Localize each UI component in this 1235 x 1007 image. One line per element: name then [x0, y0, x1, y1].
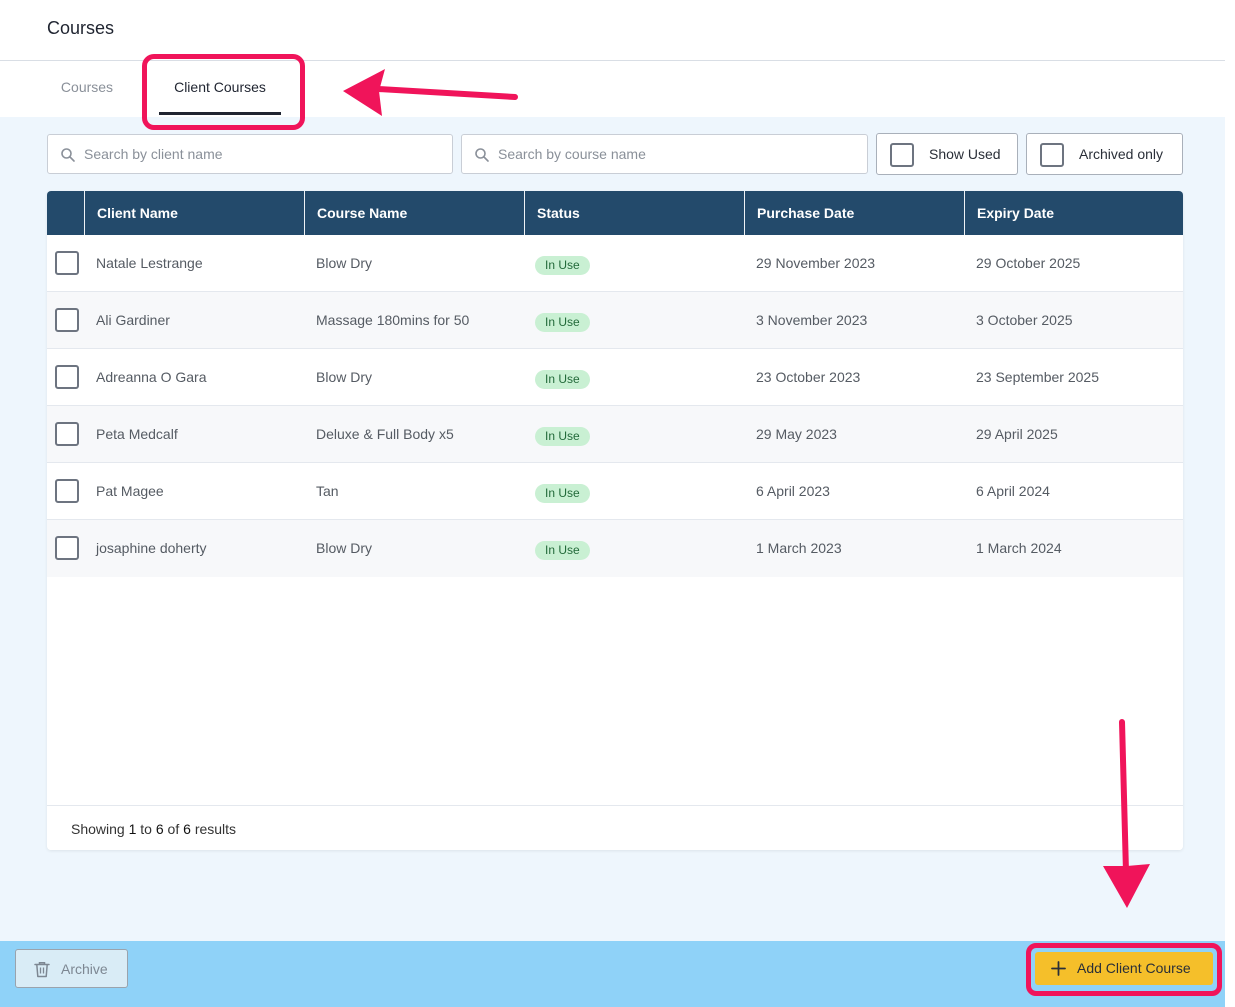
bottom-action-bar: Archive Add Client Course — [0, 941, 1225, 1007]
show-used-checkbox[interactable] — [890, 143, 914, 167]
client-name-cell: Ali Gardiner — [96, 312, 170, 328]
course-name-cell: Blow Dry — [316, 369, 373, 385]
table-header: Client Name Course Name Status Purchase … — [47, 191, 1183, 235]
client-search-input[interactable] — [84, 135, 444, 173]
show-used-label: Show Used — [929, 146, 1001, 162]
expiry-date-cell: 29 April 2025 — [976, 426, 1058, 442]
course-search-input[interactable] — [498, 135, 859, 173]
show-used-toggle[interactable]: Show Used — [876, 133, 1018, 175]
row-checkbox[interactable] — [55, 479, 79, 503]
tab-courses[interactable]: Courses — [47, 61, 127, 117]
purchase-date-cell: 29 November 2023 — [756, 255, 876, 271]
table-row[interactable]: josaphine doherty Blow Dry In Use 1 Marc… — [47, 520, 1183, 577]
purchase-date-cell: 1 March 2023 — [756, 540, 842, 556]
expiry-date-cell: 29 October 2025 — [976, 255, 1081, 271]
column-header-course-name[interactable]: Course Name — [304, 191, 524, 235]
course-name-cell: Deluxe & Full Body x5 — [316, 426, 454, 442]
results-to: 6 — [155, 821, 164, 837]
purchase-date-cell: 3 November 2023 — [756, 312, 868, 328]
purchase-date-cell: 6 April 2023 — [756, 483, 830, 499]
archived-only-label: Archived only — [1079, 146, 1164, 162]
row-checkbox[interactable] — [55, 422, 79, 446]
client-name-cell: Adreanna O Gara — [96, 369, 207, 385]
client-search-field[interactable] — [47, 134, 453, 174]
status-badge: In Use — [535, 370, 590, 389]
course-name-cell: Tan — [316, 483, 339, 499]
results-from: 1 — [128, 821, 137, 837]
tabs-bar: Courses Client Courses — [0, 61, 1225, 117]
client-courses-table: Client Name Course Name Status Purchase … — [47, 191, 1183, 850]
row-checkbox[interactable] — [55, 536, 79, 560]
purchase-date-cell: 23 October 2023 — [756, 369, 861, 385]
results-prefix: Showing — [71, 821, 125, 837]
main-content: Show Used Archived only Client Name Cour… — [0, 117, 1225, 941]
client-name-cell: Peta Medcalf — [96, 426, 178, 442]
tab-client-courses[interactable]: Client Courses — [159, 61, 281, 117]
trash-icon — [34, 962, 50, 978]
table-footer: Showing 1 to 6 of 6 results — [47, 805, 1183, 850]
column-header-purchase-date[interactable]: Purchase Date — [744, 191, 964, 235]
row-checkbox[interactable] — [55, 365, 79, 389]
column-header-status[interactable]: Status — [524, 191, 744, 235]
search-icon — [61, 148, 75, 162]
header-select-column — [47, 191, 84, 235]
archive-button-label: Archive — [61, 961, 108, 977]
page-title: Courses — [47, 18, 115, 38]
add-client-course-button[interactable]: Add Client Course — [1035, 952, 1213, 985]
course-search-field[interactable] — [461, 134, 868, 174]
purchase-date-cell: 29 May 2023 — [756, 426, 837, 442]
results-to-word: to — [140, 821, 152, 837]
table-row[interactable]: Peta Medcalf Deluxe & Full Body x5 In Us… — [47, 406, 1183, 463]
status-badge: In Use — [535, 427, 590, 446]
add-client-course-label: Add Client Course — [1077, 960, 1191, 976]
column-header-expiry-date[interactable]: Expiry Date — [964, 191, 1183, 235]
results-suffix: results — [194, 821, 237, 837]
course-name-cell: Blow Dry — [316, 540, 373, 556]
table-row[interactable]: Pat Magee Tan In Use 6 April 2023 6 Apri… — [47, 463, 1183, 520]
column-header-client-name[interactable]: Client Name — [84, 191, 304, 235]
results-of-word: of — [167, 821, 180, 837]
page: Courses Courses Client Courses Show Used — [0, 0, 1225, 1007]
row-checkbox[interactable] — [55, 308, 79, 332]
active-tab-indicator — [159, 112, 281, 115]
expiry-date-cell: 3 October 2025 — [976, 312, 1073, 328]
archive-button[interactable]: Archive — [15, 949, 128, 988]
results-summary: Showing 1 to 6 of 6 results — [71, 821, 236, 837]
plus-icon — [1051, 961, 1066, 976]
expiry-date-cell: 23 September 2025 — [976, 369, 1099, 385]
client-name-cell: josaphine doherty — [96, 540, 207, 556]
table-row[interactable]: Adreanna O Gara Blow Dry In Use 23 Octob… — [47, 349, 1183, 406]
row-checkbox[interactable] — [55, 251, 79, 275]
table-row[interactable]: Ali Gardiner Massage 180mins for 50 In U… — [47, 292, 1183, 349]
client-name-cell: Natale Lestrange — [96, 255, 203, 271]
course-name-cell: Blow Dry — [316, 255, 373, 271]
course-name-cell: Massage 180mins for 50 — [316, 312, 470, 328]
status-badge: In Use — [535, 484, 590, 503]
status-badge: In Use — [535, 313, 590, 332]
page-header: Courses — [0, 0, 1225, 61]
search-icon — [475, 148, 489, 162]
expiry-date-cell: 1 March 2024 — [976, 540, 1062, 556]
archived-only-toggle[interactable]: Archived only — [1026, 133, 1183, 175]
results-total: 6 — [183, 821, 191, 837]
archived-only-checkbox[interactable] — [1040, 143, 1064, 167]
status-badge: In Use — [535, 256, 590, 275]
table-row[interactable]: Natale Lestrange Blow Dry In Use 29 Nove… — [47, 235, 1183, 292]
status-badge: In Use — [535, 541, 590, 560]
client-name-cell: Pat Magee — [96, 483, 164, 499]
expiry-date-cell: 6 April 2024 — [976, 483, 1050, 499]
